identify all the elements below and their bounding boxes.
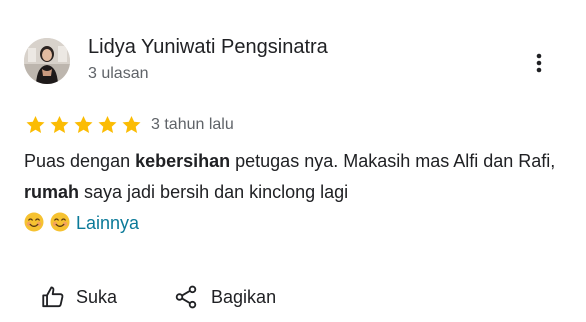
like-button[interactable]: Suka xyxy=(40,284,117,310)
read-more-link[interactable]: Lainnya xyxy=(76,213,139,233)
star-icon xyxy=(98,116,117,133)
more-options-button[interactable] xyxy=(524,48,554,78)
review-text-part: saya jadi bersih dan kinclong lagi xyxy=(79,182,349,202)
star-icon xyxy=(74,116,93,133)
star-icon xyxy=(26,116,45,133)
more-vert-icon xyxy=(536,53,542,73)
share-icon xyxy=(175,285,197,309)
avatar-photo xyxy=(24,38,70,84)
share-label: Bagikan xyxy=(211,286,277,307)
highlight-keyword: rumah xyxy=(24,182,80,202)
author-name[interactable]: Lidya Yuniwati Pengsinatra xyxy=(88,36,328,59)
review-text: Puas dengan kebersihan petugas nya. Maka… xyxy=(24,146,564,239)
review-actions: Suka Bagikan xyxy=(40,284,276,310)
author-review-count: 3 ulasan xyxy=(88,65,149,82)
smiling-face-emoji-icon xyxy=(50,212,70,232)
review-date: 3 tahun lalu xyxy=(151,116,234,133)
like-label: Suka xyxy=(76,286,118,307)
smiling-face-emoji-icon xyxy=(24,212,44,232)
share-button[interactable]: Bagikan xyxy=(173,284,276,310)
avatar[interactable] xyxy=(24,38,70,84)
star-icon xyxy=(50,116,69,133)
highlight-keyword: kebersihan xyxy=(135,151,231,171)
thumb-up-icon xyxy=(42,286,64,308)
star-rating xyxy=(24,114,143,136)
review-text-part: petugas nya. Makasih mas Alfi dan Rafi, xyxy=(230,151,556,171)
review-text-part: Puas dengan xyxy=(24,151,136,171)
star-icon xyxy=(122,116,141,133)
